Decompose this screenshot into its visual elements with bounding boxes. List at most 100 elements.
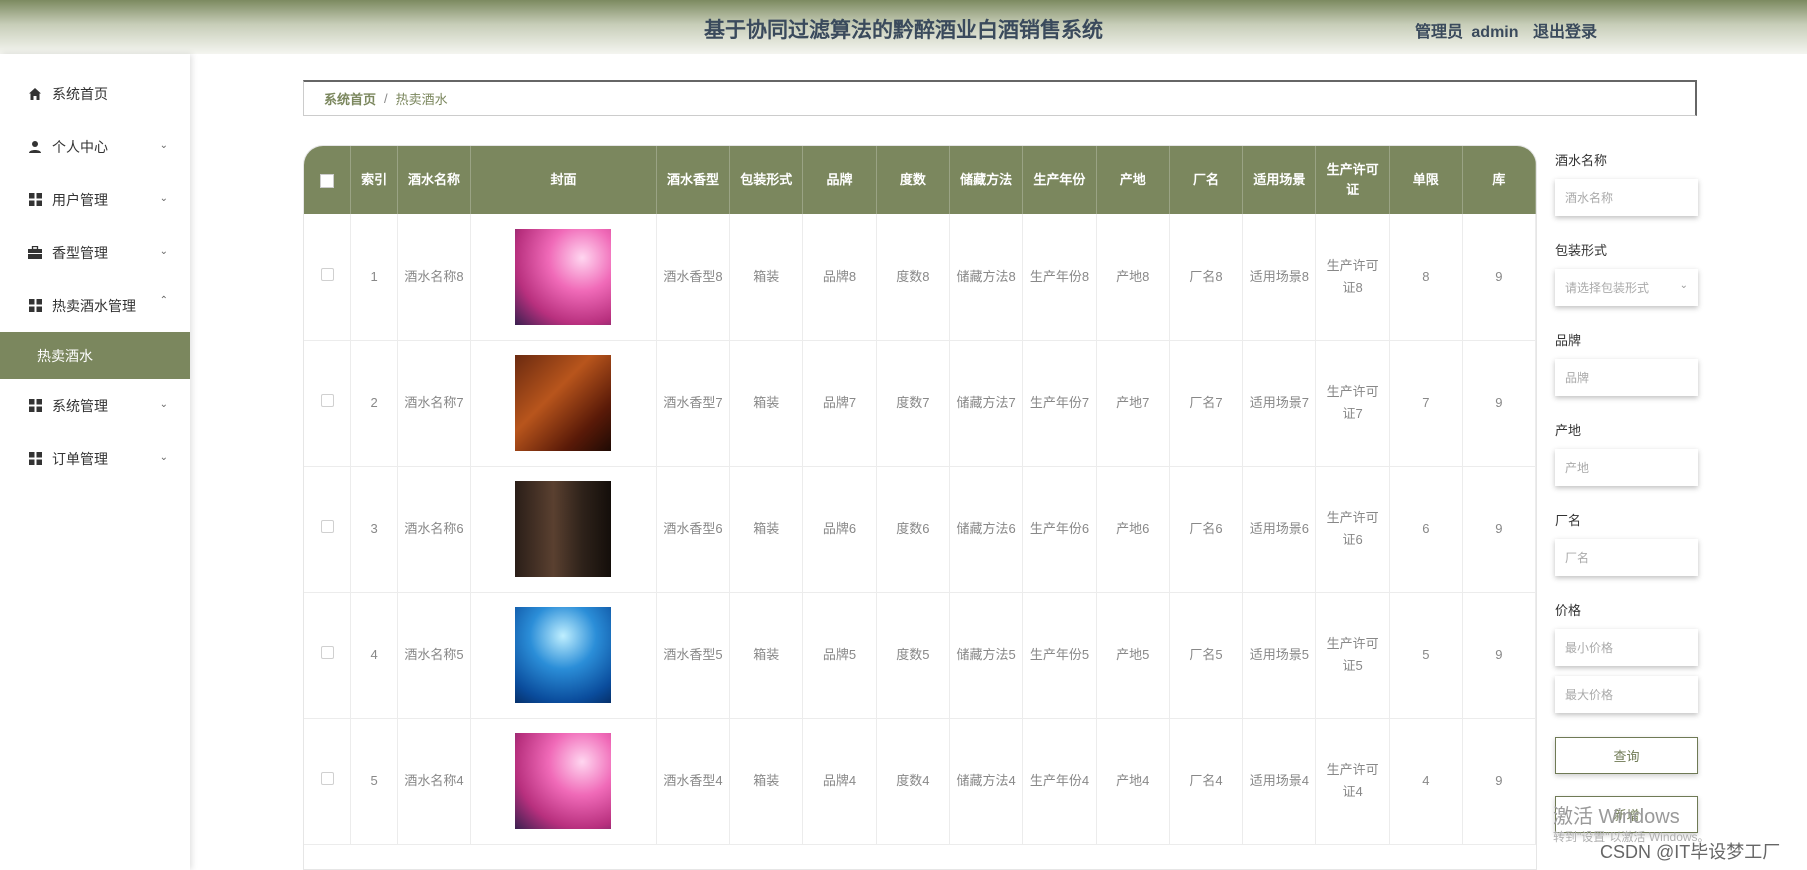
- chevron-down-icon: ⌄: [159, 452, 168, 463]
- cover-cell: [470, 214, 657, 341]
- cover-image[interactable]: [515, 607, 612, 703]
- sidebar-item-system[interactable]: 系统管理 ⌄: [0, 379, 190, 432]
- row-checkbox[interactable]: [320, 772, 334, 785]
- cell-degree: 度数5: [876, 592, 950, 719]
- cover-image[interactable]: [515, 481, 612, 577]
- table-row[interactable]: 5 酒水名称4 酒水香型4 箱装 品牌4 度数4 储藏方法4 生产年份4 产地4 厂名4 适用场景4…: [304, 718, 1536, 845]
- cell-idx: 5: [350, 718, 398, 845]
- cover-image[interactable]: [515, 733, 612, 829]
- cell-idx: 4: [350, 592, 398, 719]
- cell-year: 生产年份8: [1022, 214, 1097, 341]
- sidebar-item-label: 系统管理: [52, 397, 108, 414]
- row-checkbox[interactable]: [320, 646, 334, 659]
- cell-aroma: 酒水香型7: [656, 340, 731, 467]
- username: admin: [1471, 24, 1519, 41]
- cell-license: 生产许可证5: [1315, 592, 1390, 719]
- cell-year: 生产年份7: [1022, 340, 1097, 467]
- breadcrumb-home[interactable]: 系统首页: [324, 89, 376, 108]
- logout-link[interactable]: 退出登录: [1533, 24, 1597, 41]
- row-checkbox[interactable]: [320, 520, 334, 533]
- filter-label-factory: 厂名: [1555, 513, 1582, 528]
- column-header: 储藏方法: [949, 146, 1024, 214]
- cover-image[interactable]: [515, 355, 612, 451]
- cell-origin: 产地5: [1096, 592, 1170, 719]
- cell-stock: 9: [1462, 340, 1536, 467]
- cell-year: 生产年份5: [1022, 592, 1097, 719]
- cell-name: 酒水名称6: [397, 466, 472, 593]
- cover-cell: [470, 466, 657, 593]
- cell-factory: 厂名8: [1169, 214, 1244, 341]
- select-all-header: [304, 146, 352, 214]
- chevron-down-icon: ⌄: [159, 246, 168, 257]
- cell-scene: 适用场景6: [1242, 466, 1317, 593]
- brand-search-input[interactable]: 品牌: [1555, 359, 1698, 396]
- column-header: 品牌: [802, 146, 877, 214]
- cell-origin: 产地6: [1096, 466, 1170, 593]
- table-row[interactable]: 3 酒水名称6 酒水香型6 箱装 品牌6 度数6 储藏方法6 生产年份6 产地6 厂名6 适用场景6…: [304, 466, 1536, 593]
- cell-stock: 9: [1462, 214, 1536, 341]
- pack-select[interactable]: 请选择包装形式 ⌄: [1555, 269, 1698, 306]
- breadcrumb-separator: /: [384, 91, 388, 106]
- min-price-input[interactable]: 最小价格: [1555, 629, 1698, 666]
- cell-brand: 品牌7: [802, 340, 877, 467]
- sidebar-item-label: 香型管理: [52, 244, 108, 261]
- select-all-checkbox[interactable]: [320, 173, 335, 188]
- filter-label-origin: 产地: [1555, 423, 1582, 438]
- sidebar-item-aroma[interactable]: 香型管理 ⌄: [0, 226, 190, 279]
- cell-store: 储藏方法7: [949, 340, 1024, 467]
- cell-pack: 箱装: [729, 214, 804, 341]
- activate-windows-watermark: 激活 Windows: [1553, 806, 1680, 828]
- row-checkbox[interactable]: [320, 394, 334, 407]
- cell-license: 生产许可证4: [1315, 718, 1390, 845]
- cell-degree: 度数6: [876, 466, 950, 593]
- cell-idx: 1: [350, 214, 398, 341]
- user-area: 管理员 admin 退出登录: [1405, 18, 1597, 42]
- column-header: 厂名: [1169, 146, 1244, 214]
- sidebar-item-label: 个人中心: [52, 138, 108, 155]
- breadcrumb-current: 热卖酒水: [395, 92, 448, 107]
- cell-pack: 箱装: [729, 592, 804, 719]
- cover-image[interactable]: [515, 228, 612, 325]
- cell-scene: 适用场景8: [1242, 214, 1317, 341]
- cell-brand: 品牌5: [802, 592, 877, 719]
- sidebar-item-hot-drinks[interactable]: 热卖酒水管理 ⌃: [0, 279, 190, 332]
- sidebar-item-profile[interactable]: 个人中心 ⌄: [0, 120, 190, 173]
- table-row[interactable]: 1 酒水名称8 酒水香型8 箱装 品牌8 度数8 储藏方法8 生产年份8 产地8 厂名8 适用场景8…: [304, 214, 1536, 341]
- cover-cell: [470, 592, 657, 719]
- row-checkbox[interactable]: [320, 267, 334, 281]
- sidebar-item-label: 系统首页: [52, 85, 108, 102]
- cell-limit: 4: [1389, 718, 1463, 845]
- cell-year: 生产年份6: [1022, 466, 1097, 593]
- table-header-row: 索引 酒水名称 封面 酒水香型 包装形式 品牌 度数 储藏方法 生产年份 产地 …: [304, 146, 1536, 214]
- sidebar-subitem-hot-drinks[interactable]: 热卖酒水: [0, 332, 190, 379]
- cell-degree: 度数8: [876, 214, 950, 341]
- cell-factory: 厂名5: [1169, 592, 1244, 719]
- max-price-input[interactable]: 最大价格: [1555, 676, 1698, 713]
- column-header: 索引: [350, 146, 398, 214]
- name-search-input[interactable]: 酒水名称: [1555, 179, 1698, 216]
- row-select-cell: [304, 214, 352, 341]
- origin-search-input[interactable]: 产地: [1555, 449, 1698, 486]
- cell-limit: 6: [1389, 466, 1463, 593]
- search-button[interactable]: 查询: [1555, 737, 1698, 774]
- sidebar-item-users[interactable]: 用户管理 ⌄: [0, 173, 190, 226]
- row-select-cell: [304, 340, 352, 467]
- user-icon: [28, 140, 42, 154]
- grid-icon: [28, 399, 42, 413]
- home-icon: [28, 87, 42, 101]
- factory-search-input[interactable]: 厂名: [1555, 539, 1698, 576]
- table-row[interactable]: 4 酒水名称5 酒水香型5 箱装 品牌5 度数5 储藏方法5 生产年份5 产地5 厂名5 适用场景5…: [304, 592, 1536, 719]
- sidebar-item-home[interactable]: 系统首页: [0, 67, 190, 120]
- sidebar-item-orders[interactable]: 订单管理 ⌄: [0, 432, 190, 485]
- column-header: 包装形式: [729, 146, 804, 214]
- column-header: 库: [1462, 146, 1536, 214]
- csdn-watermark: CSDN @IT毕设梦工厂: [1600, 842, 1781, 862]
- table-row[interactable]: 2 酒水名称7 酒水香型7 箱装 品牌7 度数7 储藏方法7 生产年份7 产地7 厂名7 适用场景7…: [304, 340, 1536, 467]
- row-select-cell: [304, 466, 352, 593]
- cell-pack: 箱装: [729, 466, 804, 593]
- data-table-wrapper: 索引 酒水名称 封面 酒水香型 包装形式 品牌 度数 储藏方法 生产年份 产地 …: [303, 145, 1537, 870]
- cell-aroma: 酒水香型8: [656, 214, 731, 341]
- cell-scene: 适用场景7: [1242, 340, 1317, 467]
- cell-origin: 产地8: [1096, 214, 1170, 341]
- cell-aroma: 酒水香型4: [656, 718, 731, 845]
